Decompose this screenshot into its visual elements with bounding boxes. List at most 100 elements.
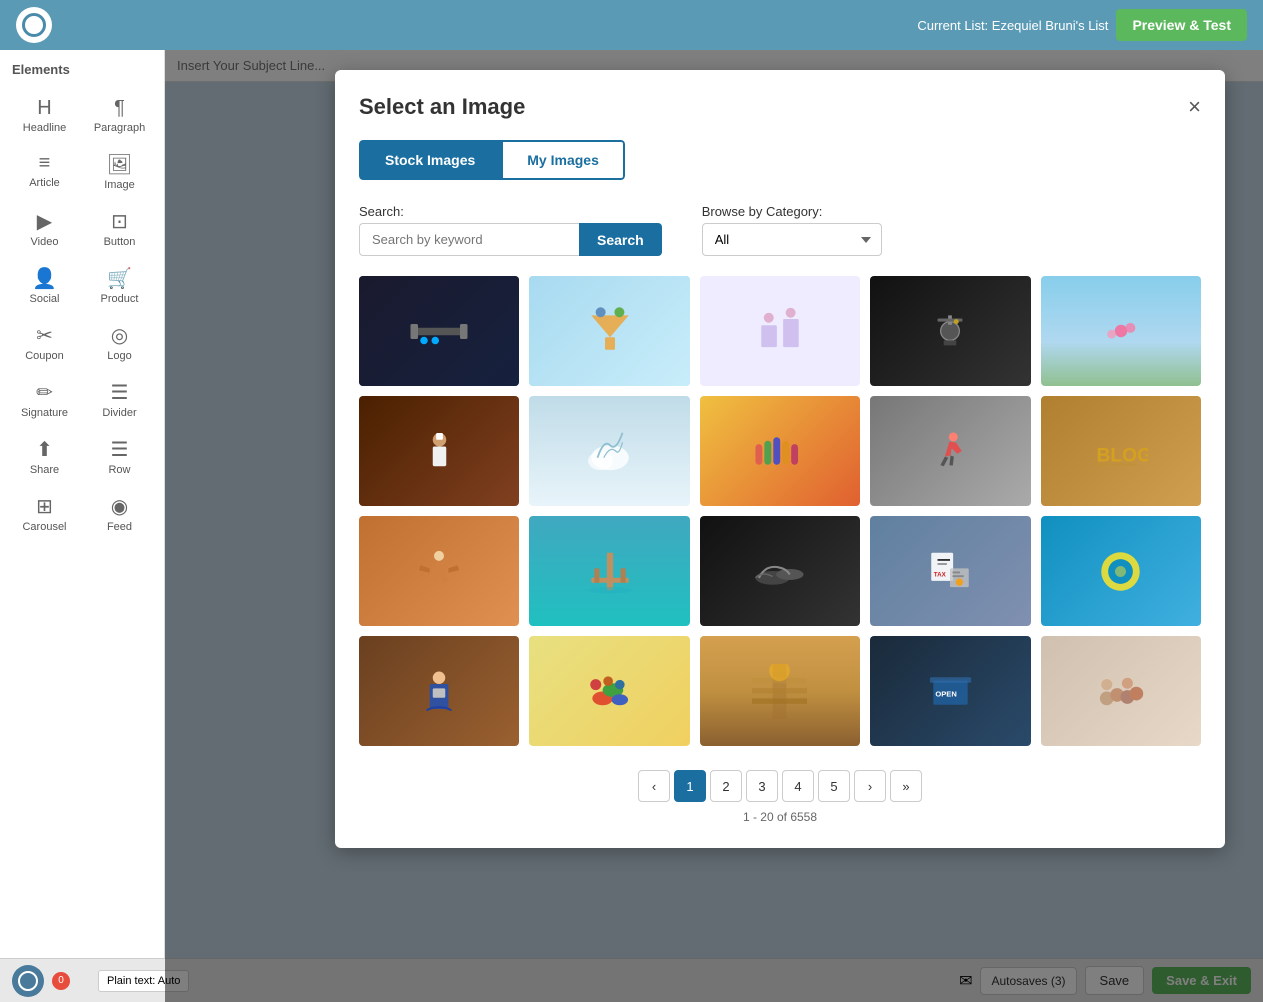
sidebar-label-divider: Divider bbox=[102, 407, 136, 419]
sidebar-item-paragraph[interactable]: ¶ Paragraph bbox=[83, 89, 156, 142]
notification-badge: 0 bbox=[52, 972, 70, 990]
pagination-info: 1 - 20 of 6558 bbox=[743, 810, 817, 824]
sidebar-item-feed[interactable]: ◉ Feed bbox=[83, 486, 156, 541]
pagination-last[interactable]: » bbox=[890, 770, 922, 802]
svg-text:BLOG: BLOG bbox=[1097, 445, 1149, 466]
image-thumb[interactable] bbox=[870, 276, 1030, 386]
header-right: Current List: Ezequiel Bruni's List Prev… bbox=[917, 9, 1247, 41]
pagination: ‹ 1 2 3 4 5 › » 1 - 20 of 6558 bbox=[359, 770, 1201, 824]
coupon-icon: ✂ bbox=[36, 323, 53, 348]
pagination-page-1[interactable]: 1 bbox=[674, 770, 706, 802]
sidebar-label-product: Product bbox=[101, 293, 139, 305]
sidebar-item-divider[interactable]: ☰ Divider bbox=[83, 372, 156, 427]
image-thumb[interactable] bbox=[1041, 636, 1201, 746]
social-icon: 👤 bbox=[32, 266, 57, 291]
logo-elem-icon: ◎ bbox=[111, 323, 128, 348]
modal-close-button[interactable]: × bbox=[1188, 96, 1201, 118]
product-icon: 🛒 bbox=[107, 266, 132, 291]
image-thumb[interactable] bbox=[700, 396, 860, 506]
sidebar-title: Elements bbox=[8, 62, 156, 77]
pagination-page-3[interactable]: 3 bbox=[746, 770, 778, 802]
image-thumb[interactable] bbox=[529, 396, 689, 506]
sidebar-item-coupon[interactable]: ✂ Coupon bbox=[8, 315, 81, 370]
image-thumb[interactable] bbox=[870, 396, 1030, 506]
sidebar-label-article: Article bbox=[29, 177, 60, 189]
tab-my-images[interactable]: My Images bbox=[501, 140, 625, 180]
app-logo bbox=[16, 7, 52, 43]
search-input[interactable] bbox=[359, 223, 579, 256]
browse-category-select[interactable]: All Business Nature People Technology bbox=[702, 223, 882, 256]
image-thumb[interactable] bbox=[529, 636, 689, 746]
image-thumb[interactable] bbox=[529, 516, 689, 626]
search-label: Search: bbox=[359, 204, 662, 219]
image-thumb[interactable] bbox=[700, 276, 860, 386]
share-icon: ⬆ bbox=[36, 437, 53, 462]
image-thumb[interactable] bbox=[359, 276, 519, 386]
sidebar-item-row[interactable]: ☰ Row bbox=[83, 429, 156, 484]
svg-text:OPEN: OPEN bbox=[935, 690, 956, 699]
divider-icon: ☰ bbox=[111, 380, 129, 405]
sidebar-item-product[interactable]: 🛒 Product bbox=[83, 258, 156, 313]
image-thumb[interactable]: OPEN bbox=[870, 636, 1030, 746]
sidebar-label-image: Image bbox=[104, 179, 135, 191]
image-thumb[interactable] bbox=[359, 396, 519, 506]
button-icon: ⊡ bbox=[111, 209, 128, 234]
sidebar-grid: H Headline ¶ Paragraph ≡ Article 🖼 Image… bbox=[8, 89, 156, 541]
main-content: Select an Image × Stock Images My Images… bbox=[165, 50, 1263, 1002]
sidebar-label-button: Button bbox=[104, 236, 136, 248]
sidebar-label-signature: Signature bbox=[21, 407, 68, 419]
logo-icon bbox=[22, 13, 46, 37]
image-thumb[interactable] bbox=[1041, 276, 1201, 386]
search-section: Search: Search bbox=[359, 204, 662, 256]
image-thumb[interactable] bbox=[700, 636, 860, 746]
sidebar-item-video[interactable]: ▶ Video bbox=[8, 201, 81, 256]
sidebar-label-coupon: Coupon bbox=[25, 350, 64, 362]
carousel-icon: ⊞ bbox=[36, 494, 53, 519]
sidebar-item-button[interactable]: ⊡ Button bbox=[83, 201, 156, 256]
sidebar-label-carousel: Carousel bbox=[22, 521, 66, 533]
headline-icon: H bbox=[37, 97, 51, 120]
pagination-next[interactable]: › bbox=[854, 770, 886, 802]
sidebar-label-social: Social bbox=[30, 293, 60, 305]
browse-section: Browse by Category: All Business Nature … bbox=[702, 204, 882, 256]
sidebar-item-signature[interactable]: ✏ Signature bbox=[8, 372, 81, 427]
sidebar: Elements H Headline ¶ Paragraph ≡ Articl… bbox=[0, 50, 165, 1002]
modal-title: Select an Image bbox=[359, 94, 525, 120]
bottom-left: 0 Plain text: Auto bbox=[12, 965, 189, 997]
image-thumb[interactable] bbox=[1041, 516, 1201, 626]
logo-small-inner bbox=[18, 971, 38, 991]
image-thumb[interactable]: BLOG bbox=[1041, 396, 1201, 506]
sidebar-label-logo: Logo bbox=[107, 350, 131, 362]
pagination-page-5[interactable]: 5 bbox=[818, 770, 850, 802]
image-icon: 🖼 bbox=[107, 152, 132, 177]
image-thumb[interactable] bbox=[529, 276, 689, 386]
image-thumb[interactable]: TAX bbox=[870, 516, 1030, 626]
image-grid: BLOG bbox=[359, 276, 1201, 746]
image-thumb[interactable] bbox=[359, 636, 519, 746]
select-image-modal: Select an Image × Stock Images My Images… bbox=[335, 70, 1225, 848]
search-button[interactable]: Search bbox=[579, 223, 662, 256]
sidebar-label-headline: Headline bbox=[23, 122, 66, 134]
image-thumb[interactable] bbox=[700, 516, 860, 626]
pagination-prev[interactable]: ‹ bbox=[638, 770, 670, 802]
svg-text:TAX: TAX bbox=[934, 571, 947, 578]
image-tabs: Stock Images My Images bbox=[359, 140, 625, 180]
search-input-group: Search bbox=[359, 223, 662, 256]
app-body: Elements H Headline ¶ Paragraph ≡ Articl… bbox=[0, 50, 1263, 1002]
tab-stock-images[interactable]: Stock Images bbox=[359, 140, 501, 180]
sidebar-item-image[interactable]: 🖼 Image bbox=[83, 144, 156, 199]
search-browse-row: Search: Search Browse by Category: All B… bbox=[359, 204, 1201, 256]
pagination-page-2[interactable]: 2 bbox=[710, 770, 742, 802]
sidebar-item-logo[interactable]: ◎ Logo bbox=[83, 315, 156, 370]
preview-test-button[interactable]: Preview & Test bbox=[1116, 9, 1247, 41]
sidebar-item-carousel[interactable]: ⊞ Carousel bbox=[8, 486, 81, 541]
sidebar-item-headline[interactable]: H Headline bbox=[8, 89, 81, 142]
sidebar-item-share[interactable]: ⬆ Share bbox=[8, 429, 81, 484]
modal-header: Select an Image × bbox=[359, 94, 1201, 120]
sidebar-item-article[interactable]: ≡ Article bbox=[8, 144, 81, 199]
image-thumb[interactable] bbox=[359, 516, 519, 626]
pagination-page-4[interactable]: 4 bbox=[782, 770, 814, 802]
feed-icon: ◉ bbox=[111, 494, 128, 519]
sidebar-item-social[interactable]: 👤 Social bbox=[8, 258, 81, 313]
current-list-text: Current List: Ezequiel Bruni's List bbox=[917, 18, 1108, 33]
